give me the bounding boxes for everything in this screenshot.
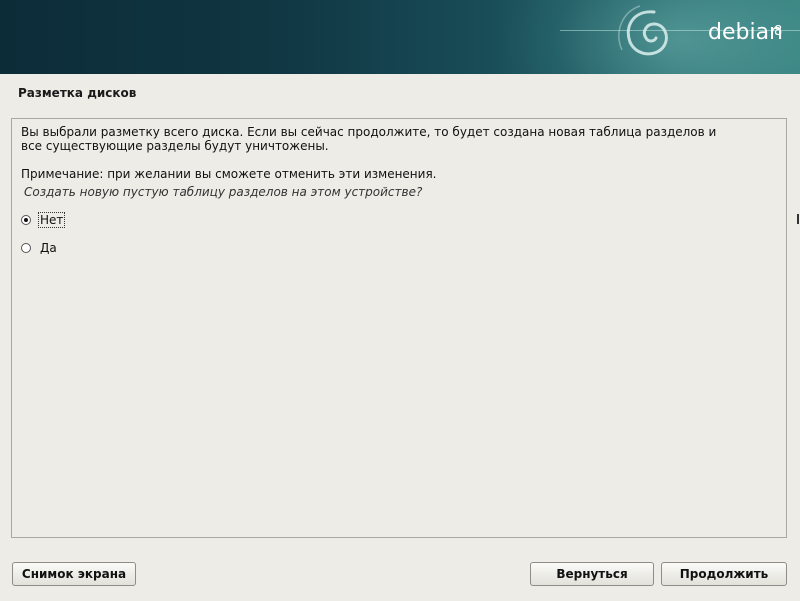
back-button[interactable]: Вернуться — [530, 562, 654, 586]
radio-unchecked-icon[interactable] — [21, 243, 31, 253]
radio-option-yes[interactable]: Да — [21, 241, 58, 255]
dialog-message: Вы выбрали разметку всего диска. Если вы… — [21, 125, 717, 153]
page-title: Разметка дисков — [18, 86, 137, 100]
continue-button[interactable]: Продолжить — [661, 562, 787, 586]
radio-option-label: Да — [40, 241, 57, 255]
header-banner: debian 8 — [0, 0, 800, 74]
debian-logo-text: debian — [708, 20, 784, 45]
radio-option-no[interactable]: Нет — [21, 212, 66, 228]
debian-swirl-icon — [618, 5, 668, 56]
screenshot-button[interactable]: Снимок экрана — [12, 562, 136, 586]
dialog-note: Примечание: при желании вы сможете отмен… — [21, 167, 437, 181]
scroll-edge-marker — [797, 214, 799, 224]
dialog-question: Создать новую пустую таблицу разделов на… — [24, 185, 423, 199]
dialog-panel: Вы выбрали разметку всего диска. Если вы… — [11, 118, 787, 538]
radio-checked-icon[interactable] — [21, 215, 31, 225]
radio-option-label: Нет — [37, 212, 66, 228]
debian-version: 8 — [774, 24, 783, 39]
